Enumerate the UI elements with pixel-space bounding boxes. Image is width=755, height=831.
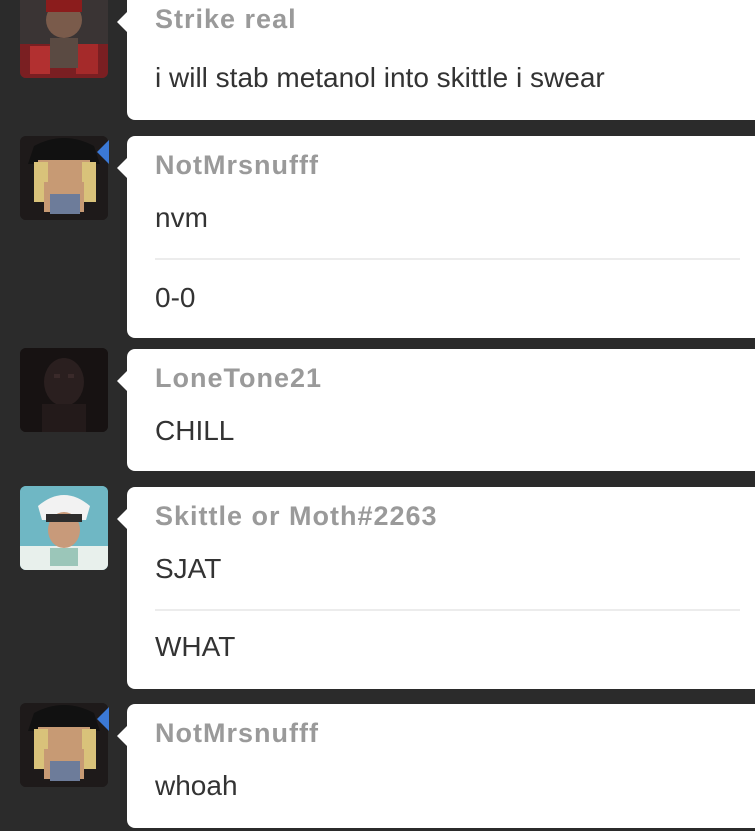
message-text: i will stab metanol into skittle i swear	[155, 62, 605, 93]
avatar[interactable]	[20, 486, 108, 570]
message-bubble: Skittle or Moth#2263 SJAT WHAT	[117, 487, 755, 689]
avatar[interactable]	[20, 0, 108, 78]
message-divider	[155, 258, 740, 260]
avatar[interactable]	[20, 348, 108, 432]
avatar-image	[20, 348, 108, 432]
avatar[interactable]	[20, 136, 108, 220]
message-bubble: NotMrsnufff nvm 0-0	[117, 136, 755, 338]
message-divider	[155, 609, 740, 611]
avatar-image	[20, 486, 108, 570]
message-text: nvm	[155, 202, 208, 233]
message-text: CHILL	[155, 415, 235, 446]
message-text: whoah	[155, 770, 238, 801]
unread-indicator-icon	[97, 140, 109, 164]
message-text: 0-0	[155, 282, 196, 313]
message-bubble: NotMrsnufff whoah	[117, 704, 755, 828]
avatar[interactable]	[20, 703, 108, 787]
unread-indicator-icon	[97, 707, 109, 731]
avatar-image	[20, 136, 108, 220]
message-bubble: LoneTone21 CHILL	[117, 349, 755, 471]
message-bubble: Strike real i will stab metanol into ski…	[117, 0, 755, 120]
message-text: SJAT	[155, 553, 222, 584]
username[interactable]: Skittle or Moth#2263	[155, 501, 438, 532]
username[interactable]: LoneTone21	[155, 363, 322, 394]
avatar-image	[20, 0, 108, 78]
username[interactable]: NotMrsnufff	[155, 150, 319, 181]
username[interactable]: NotMrsnufff	[155, 718, 319, 749]
avatar-image	[20, 703, 108, 787]
username[interactable]: Strike real	[155, 4, 297, 35]
message-text: WHAT	[155, 631, 236, 662]
